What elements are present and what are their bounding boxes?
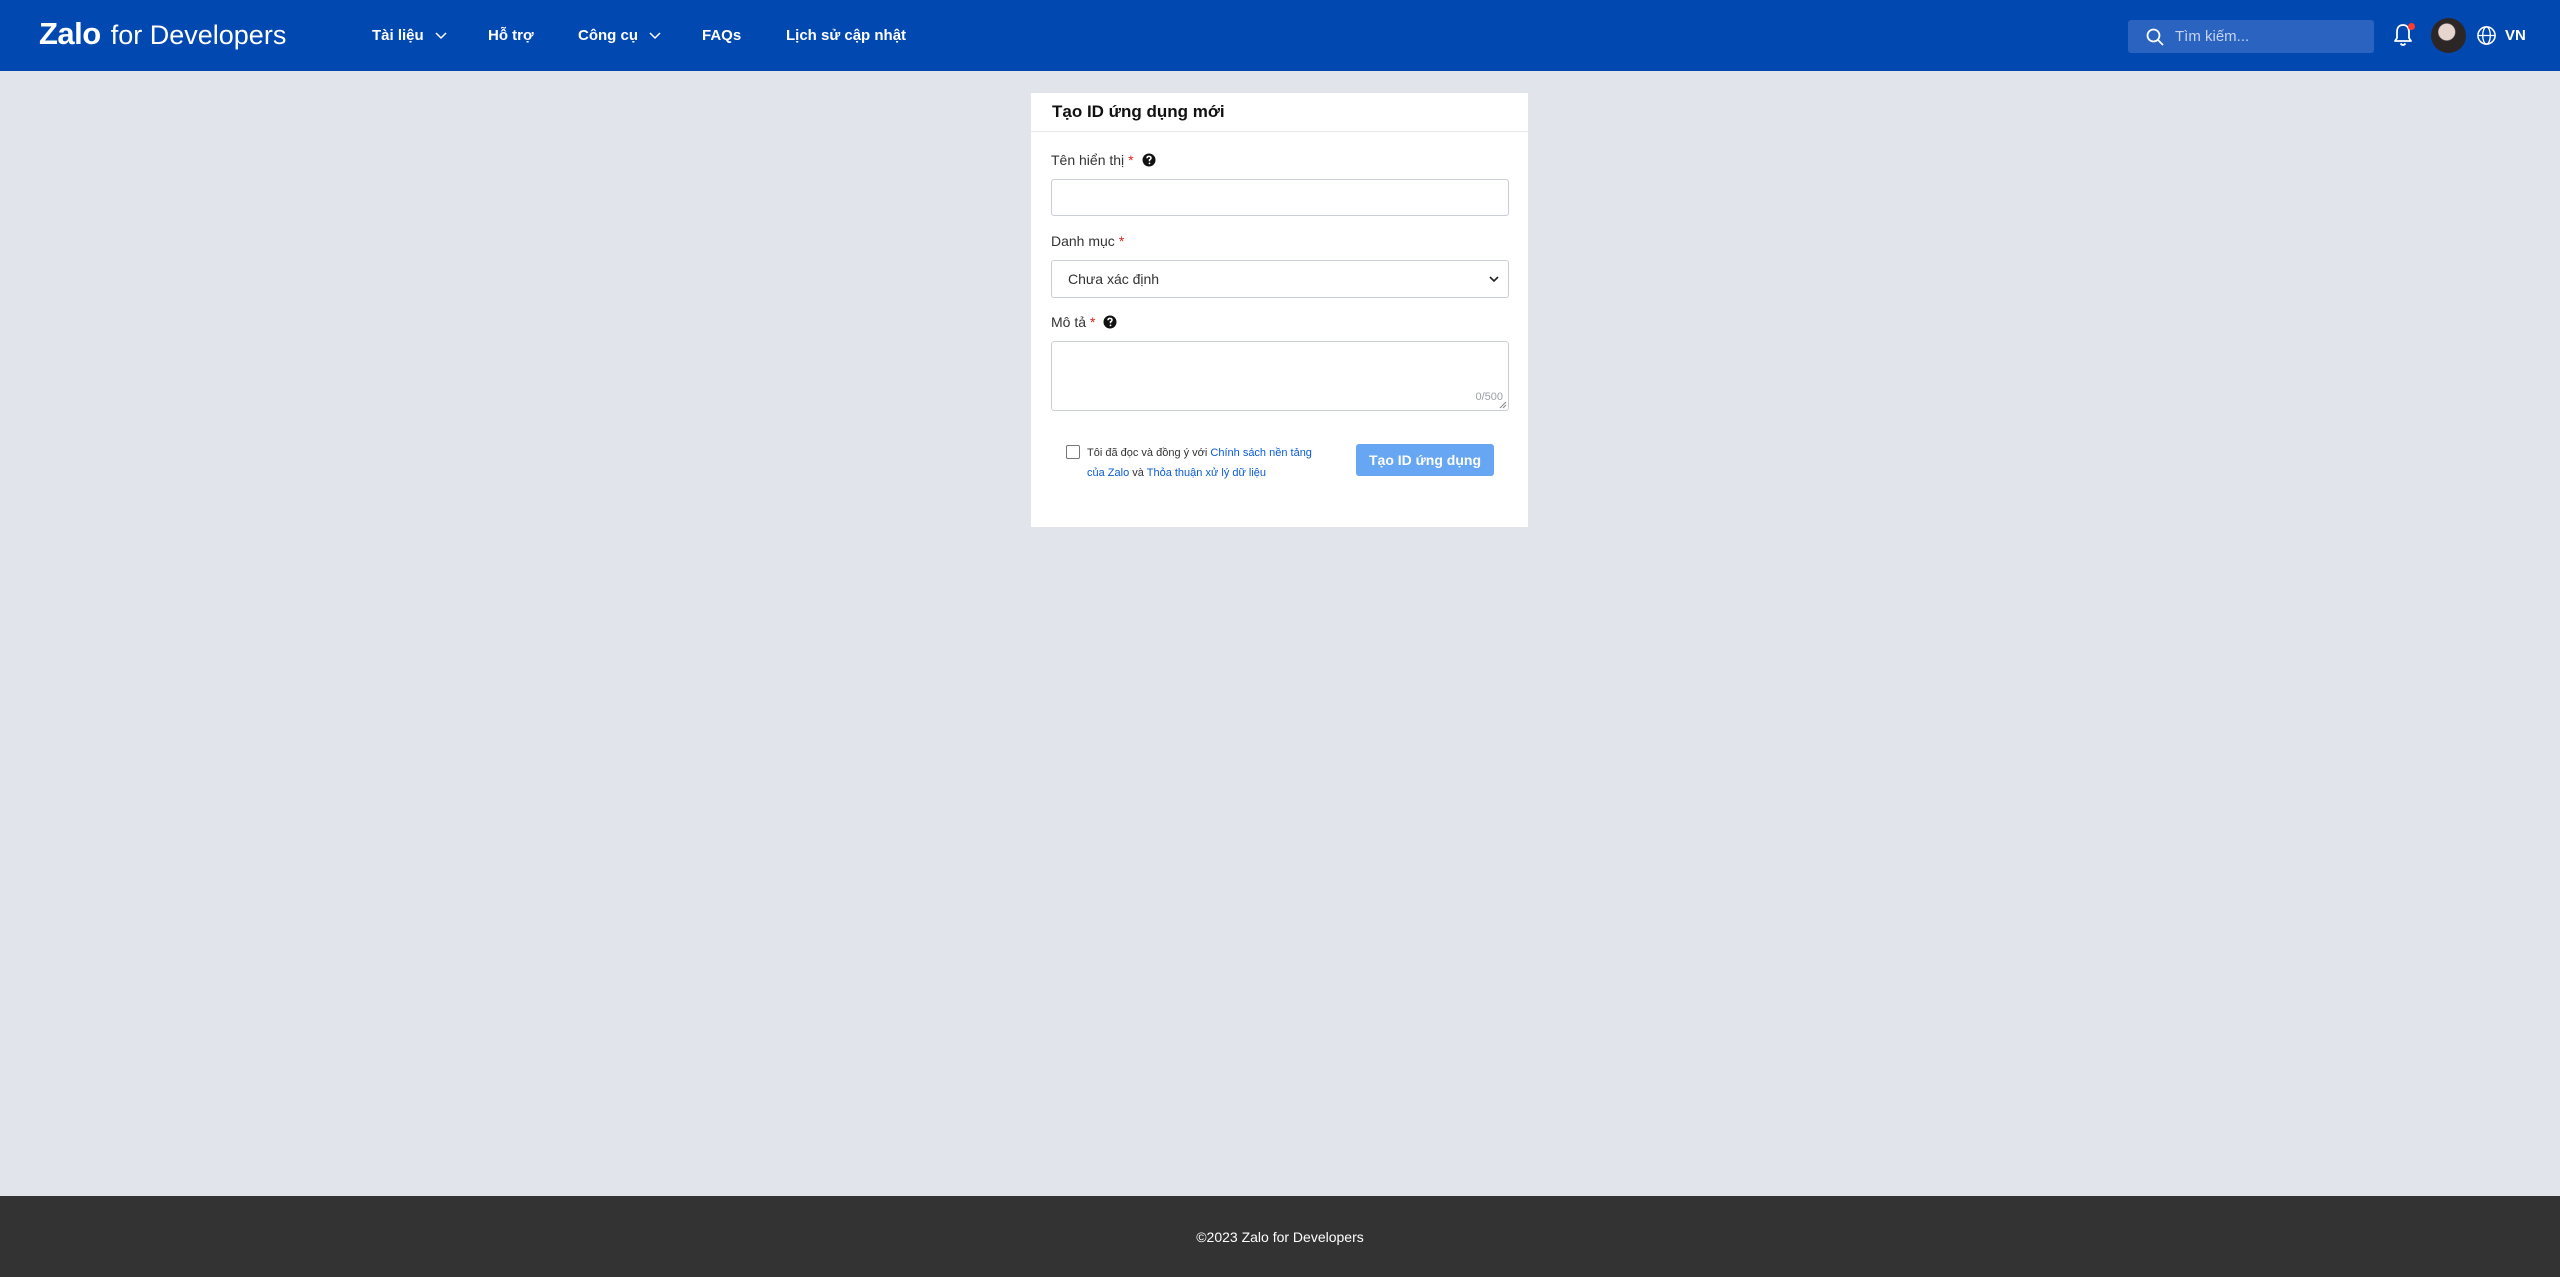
category-select[interactable]: Chưa xác định xyxy=(1051,260,1509,298)
logo-zalo-text: Zalo xyxy=(39,16,101,51)
question-circle-icon[interactable] xyxy=(1142,153,1156,167)
nav-item-label: Lịch sử cập nhật xyxy=(786,27,907,44)
display-name-input[interactable] xyxy=(1051,179,1509,216)
nav-item-label: Tài liệu xyxy=(372,27,424,44)
chevron-down-icon xyxy=(648,28,662,42)
language-switcher[interactable]: VN xyxy=(2476,22,2526,48)
data-processing-agreement-link[interactable]: Thỏa thuận xử lý dữ liệu xyxy=(1147,467,1266,479)
search-box[interactable] xyxy=(2128,20,2374,53)
display-name-label-text: Tên hiển thị xyxy=(1051,152,1125,168)
search-input[interactable] xyxy=(2175,28,2355,45)
agreement-text: Tôi đã đọc và đồng ý với Chính sách nền … xyxy=(1087,443,1332,483)
user-avatar[interactable] xyxy=(2431,18,2466,53)
nav-item-ho-tro[interactable]: Hỗ trợ xyxy=(488,0,534,71)
nav-item-label: Công cụ xyxy=(578,27,638,44)
nav-item-label: FAQs xyxy=(702,27,742,44)
description-label-text: Mô tả xyxy=(1051,314,1087,330)
nav-item-label: Hỗ trợ xyxy=(488,27,534,44)
category-label-text: Danh mục xyxy=(1051,233,1115,249)
top-navbar: Zalo for Developers Tài liệu Hỗ trợ Công… xyxy=(0,0,2560,71)
notification-button[interactable] xyxy=(2392,22,2415,48)
language-label: VN xyxy=(2505,26,2526,44)
resize-handle-icon[interactable] xyxy=(1499,401,1507,409)
logo-for-developers-text: for Developers xyxy=(110,20,287,50)
search-icon xyxy=(2146,28,2164,46)
nav-item-lich-su-cap-nhat[interactable]: Lịch sử cập nhật xyxy=(786,0,906,71)
page-footer: ©2023 Zalo for Developers xyxy=(0,1196,2560,1277)
agreement-text-before: Tôi đã đọc và đồng ý với xyxy=(1087,447,1208,459)
card-title: Tạo ID ứng dụng mới xyxy=(1031,93,1528,132)
category-selected-value: Chưa xác định xyxy=(1068,271,1160,287)
question-circle-icon[interactable] xyxy=(1103,315,1117,329)
required-mark: * xyxy=(1118,233,1125,249)
create-app-card: Tạo ID ứng dụng mới Tên hiển thị * Danh … xyxy=(1031,93,1528,527)
notification-badge xyxy=(2408,23,2415,30)
agreement-checkbox[interactable] xyxy=(1066,445,1080,459)
nav-item-faqs[interactable]: FAQs xyxy=(702,0,741,71)
required-mark: * xyxy=(1128,152,1134,168)
zalo-for-developers-logo[interactable]: Zalo for Developers xyxy=(39,16,286,56)
category-label: Danh mục * xyxy=(1051,233,1124,249)
footer-copyright: ©2023 Zalo for Developers xyxy=(1196,1228,1364,1245)
chevron-down-icon xyxy=(434,28,448,42)
description-textarea[interactable]: 0/500 xyxy=(1051,341,1509,411)
required-mark: * xyxy=(1090,314,1096,330)
agreement-text-and: và xyxy=(1132,467,1144,479)
globe-icon xyxy=(2477,25,2496,45)
create-app-id-button[interactable]: Tạo ID ứng dụng xyxy=(1356,444,1494,476)
nav-item-tai-lieu[interactable]: Tài liệu xyxy=(372,0,448,71)
description-label: Mô tả * xyxy=(1051,314,1117,330)
chevron-down-icon xyxy=(1489,276,1499,283)
nav-item-cong-cu[interactable]: Công cụ xyxy=(578,0,662,71)
display-name-label: Tên hiển thị * xyxy=(1051,152,1156,168)
